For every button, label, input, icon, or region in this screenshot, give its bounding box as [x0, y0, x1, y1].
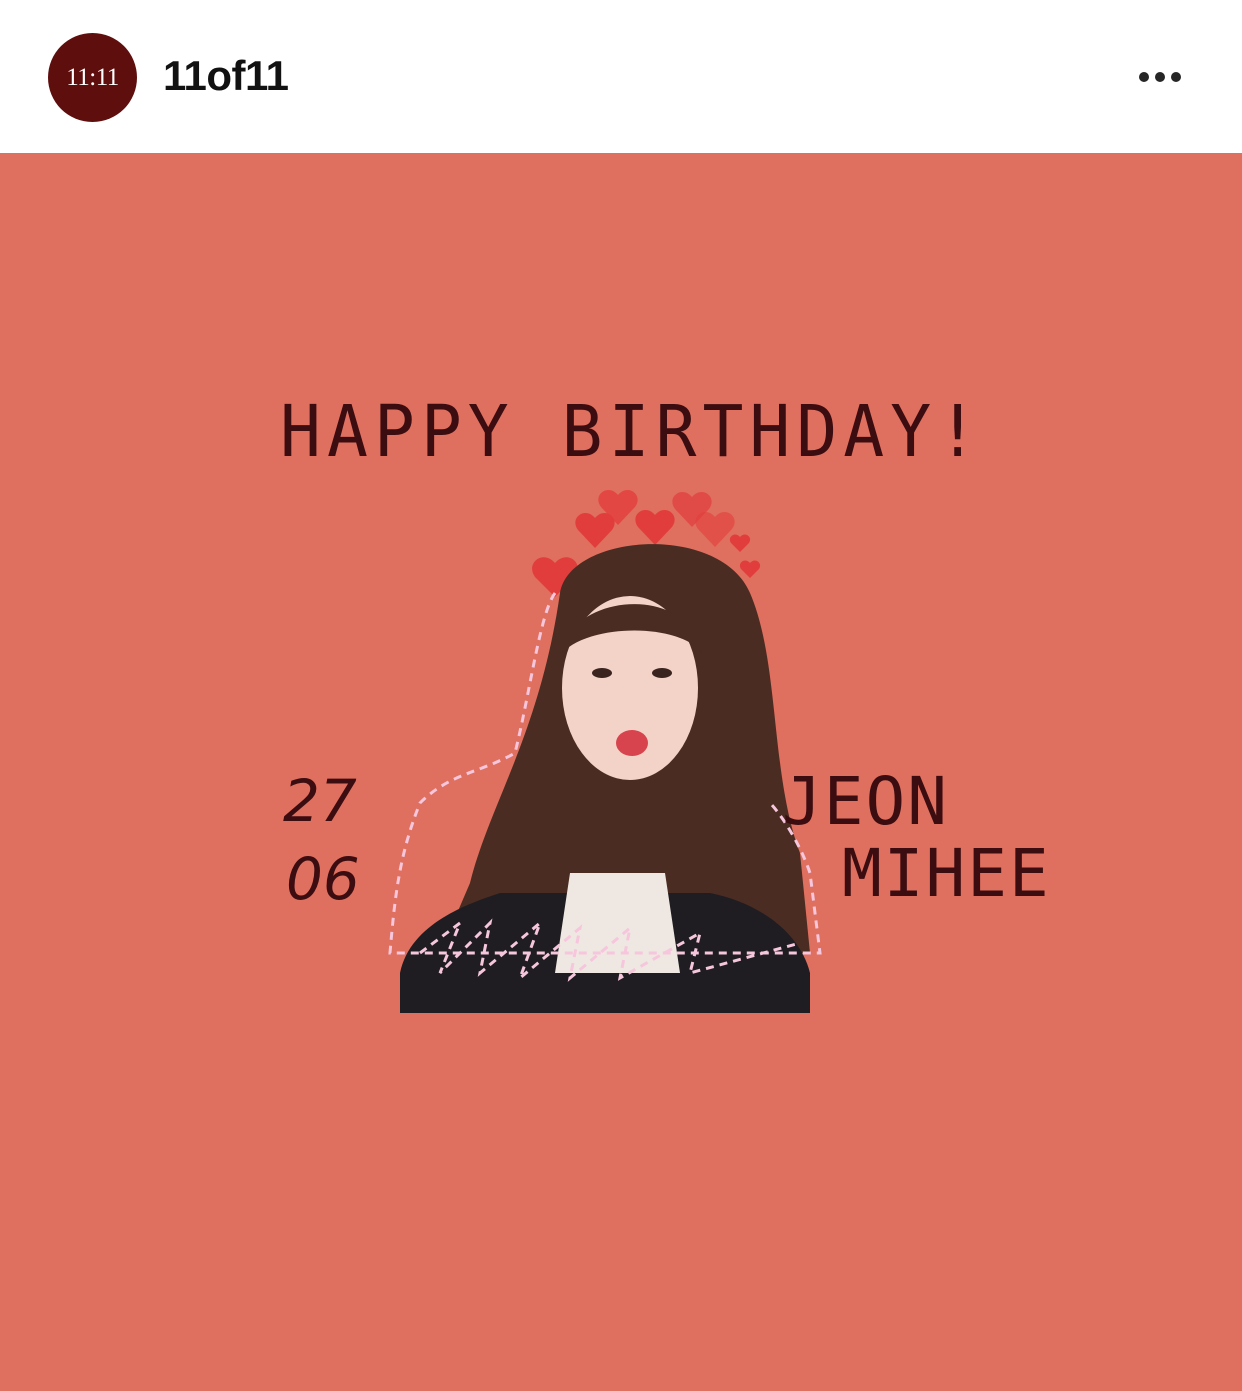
avatar-text: 11:11	[66, 63, 119, 91]
username[interactable]: 11of11	[163, 52, 289, 100]
post-header: 11:11 11of11	[0, 0, 1242, 153]
more-options-button[interactable]	[1132, 60, 1188, 94]
member-photo	[388, 490, 822, 1013]
name-first: JEON	[782, 763, 949, 840]
post-image[interactable]: HAPPY BIRTHDAY! 27 06 JEON MIHEE	[0, 153, 1242, 1391]
more-dot-icon	[1155, 72, 1165, 82]
more-dot-icon	[1139, 72, 1149, 82]
birthday-title: HAPPY BIRTHDAY!	[280, 391, 985, 474]
date-day: 27	[283, 767, 357, 835]
date-month: 06	[286, 845, 360, 913]
more-dot-icon	[1171, 72, 1181, 82]
name-last: MIHEE	[842, 835, 1051, 912]
profile-avatar[interactable]: 11:11	[48, 33, 137, 122]
